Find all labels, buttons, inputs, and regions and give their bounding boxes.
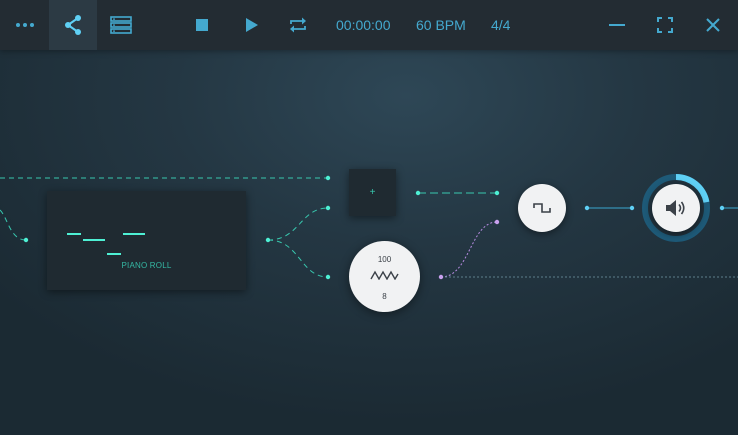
lfo-rate: 100	[377, 255, 392, 264]
port[interactable]	[584, 205, 590, 211]
port[interactable]	[438, 274, 444, 280]
port[interactable]	[494, 219, 500, 225]
share-button[interactable]	[49, 0, 97, 50]
node-canvas[interactable]: PIANO ROLL + 100 8	[0, 50, 738, 435]
add-label: +	[369, 187, 376, 198]
note	[99, 239, 105, 241]
port[interactable]	[325, 274, 331, 280]
mod-cable-lfo-to-osc	[440, 221, 498, 278]
square-wave-icon	[533, 203, 551, 213]
oscillator-node[interactable]	[518, 184, 566, 232]
port[interactable]	[415, 190, 421, 196]
port[interactable]	[325, 175, 331, 181]
stop-button[interactable]	[186, 0, 218, 50]
toolbar: 00:00:00 60 BPM 4/4	[0, 0, 738, 50]
lfo-depth: 8	[382, 292, 387, 301]
stop-icon	[196, 19, 208, 31]
list-icon	[110, 16, 132, 34]
cable-piano-to-lfo	[267, 239, 329, 278]
port[interactable]	[719, 205, 725, 211]
note	[107, 253, 121, 255]
port[interactable]	[629, 205, 635, 211]
piano-roll-node[interactable]: PIANO ROLL	[47, 191, 246, 290]
tempo-display[interactable]: 60 BPM	[416, 0, 466, 50]
fullscreen-icon	[657, 17, 673, 33]
play-icon	[246, 18, 258, 32]
port[interactable]	[494, 190, 500, 196]
add-node[interactable]: +	[349, 169, 396, 216]
minimize-button[interactable]	[601, 0, 633, 50]
cable-left-in	[0, 209, 27, 241]
close-icon	[706, 18, 720, 32]
piano-roll-label: PIANO ROLL	[121, 261, 172, 270]
loop-icon	[290, 17, 306, 33]
port[interactable]	[23, 237, 29, 243]
note	[123, 233, 145, 235]
fullscreen-button[interactable]	[649, 0, 681, 50]
port[interactable]	[265, 237, 271, 243]
time-display: 00:00:00	[336, 17, 391, 33]
triangle-wave-icon	[370, 270, 399, 280]
port[interactable]	[325, 205, 331, 211]
speaker-icon	[666, 200, 685, 216]
lfo-node[interactable]: 100 8	[349, 241, 420, 312]
play-button[interactable]	[236, 0, 268, 50]
output-node[interactable]	[652, 184, 700, 232]
more-button[interactable]	[2, 0, 48, 50]
more-icon	[16, 23, 34, 27]
time-signature[interactable]: 4/4	[491, 0, 510, 50]
list-button[interactable]	[98, 0, 144, 50]
share-icon	[65, 15, 81, 35]
note	[83, 239, 99, 241]
cable-piano-to-add	[267, 207, 329, 241]
loop-button[interactable]	[282, 0, 314, 50]
close-button[interactable]	[697, 0, 729, 50]
note	[67, 233, 81, 235]
minimize-icon	[609, 24, 625, 26]
